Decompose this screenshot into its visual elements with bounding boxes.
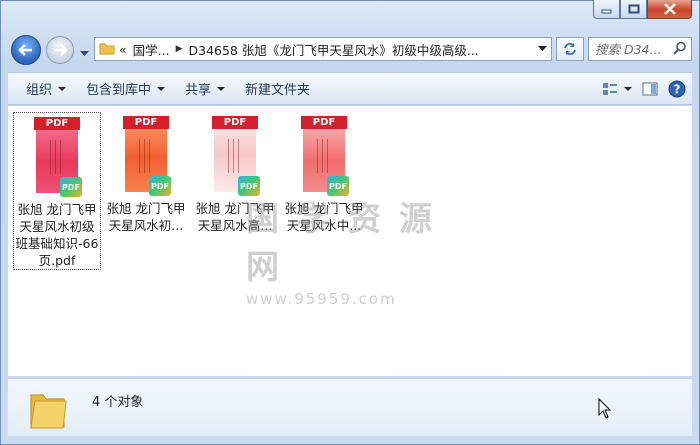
pdf-tag: PDF (34, 117, 80, 130)
include-in-library-label: 包含到库中 (86, 83, 152, 98)
include-in-library-menu[interactable]: 包含到库中 (76, 76, 175, 102)
pdf-file-icon: PDF PDF (212, 116, 260, 196)
view-options-icon (603, 83, 617, 95)
caption-buttons (593, 0, 692, 19)
breadcrumb-current[interactable]: D34658 张旭《龙门飞甲天星风水》初级中级高级... (189, 40, 479, 59)
refresh-button[interactable] (556, 37, 584, 61)
share-label: 共享 (185, 83, 212, 98)
pdf-file-icon: PDF PDF (123, 116, 171, 196)
item-count: 4 个对象 (92, 395, 144, 410)
chevron-down-icon (217, 86, 226, 91)
chevron-down-icon (58, 86, 67, 91)
recent-pages-dropdown[interactable] (80, 46, 89, 60)
pdf-app-icon: PDF (149, 176, 171, 196)
watermark-text: 国学资源网 (246, 199, 450, 286)
details-pane: 4 个对象 (8, 378, 692, 436)
watermark: 国学资源网 www.95959.com (246, 192, 476, 308)
new-folder-label: 新建文件夹 (245, 83, 311, 98)
pdf-file-icon: PDF PDF (34, 117, 82, 197)
search-box[interactable] (588, 37, 692, 61)
chevron-down-icon (157, 86, 166, 91)
search-icon[interactable] (673, 41, 687, 58)
folder-icon (28, 385, 68, 434)
back-button[interactable] (11, 35, 41, 65)
breadcrumb-separator-icon[interactable]: ▶ (176, 44, 183, 54)
folder-icon (99, 41, 119, 58)
maximize-icon (628, 4, 639, 14)
chevron-down-icon[interactable] (624, 87, 632, 91)
help-button[interactable]: ? (668, 76, 686, 102)
breadcrumb-item[interactable]: 国学... (133, 40, 170, 59)
back-arrow-icon (18, 44, 32, 56)
pdf-file-icon: PDF PDF (301, 116, 349, 196)
refresh-icon (564, 43, 576, 55)
help-icon: ? (668, 80, 686, 98)
file-item[interactable]: PDF PDF 张旭 龙门飞甲天星风水初... (102, 112, 190, 234)
minimize-icon (601, 9, 612, 14)
preview-pane-button[interactable] (642, 76, 658, 102)
pdf-tag: PDF (212, 116, 258, 129)
close-icon (663, 3, 676, 15)
preview-pane-icon (642, 82, 658, 96)
file-name[interactable]: 张旭 龙门飞甲天星风水初... (103, 200, 189, 234)
chevron-down-icon (537, 46, 547, 51)
command-bar: 组织 包含到库中 共享 新建文件夹 ? (8, 72, 692, 105)
navigation-bar: « 国学... ▶ D34658 张旭《龙门飞甲天星风水》初级中级高级... (8, 32, 692, 66)
pdf-tag: PDF (301, 116, 347, 129)
address-bar[interactable]: « 国学... ▶ D34658 张旭《龙门飞甲天星风水》初级中级高级... (94, 37, 552, 61)
mouse-cursor-icon (598, 397, 612, 423)
pdf-tag: PDF (123, 116, 169, 129)
watermark-url: www.95959.com (246, 290, 397, 308)
forward-button[interactable] (46, 36, 74, 64)
organize-label: 组织 (26, 83, 53, 98)
new-folder-button[interactable]: 新建文件夹 (235, 76, 320, 102)
share-menu[interactable]: 共享 (175, 76, 235, 102)
breadcrumb-overflow[interactable]: « (119, 42, 127, 57)
pdf-app-icon: PDF (60, 177, 82, 197)
forward-arrow-icon (54, 44, 68, 56)
change-view-button[interactable] (602, 76, 632, 102)
svg-text:?: ? (674, 83, 681, 97)
search-input[interactable] (595, 41, 673, 57)
file-list-area[interactable]: PDF PDF 张旭 龙门飞甲天星风水初级班基础知识-66页.pdf PDF P… (8, 106, 692, 376)
file-item[interactable]: PDF PDF 张旭 龙门飞甲天星风水初级班基础知识-66页.pdf (13, 112, 101, 270)
chevron-down-icon (80, 51, 89, 56)
close-button[interactable] (647, 0, 692, 19)
address-dropdown-button[interactable] (533, 38, 551, 60)
maximize-button[interactable] (620, 0, 647, 19)
organize-menu[interactable]: 组织 (16, 76, 76, 102)
minimize-button[interactable] (593, 0, 620, 19)
file-name[interactable]: 张旭 龙门飞甲天星风水初级班基础知识-66页.pdf (14, 201, 100, 269)
